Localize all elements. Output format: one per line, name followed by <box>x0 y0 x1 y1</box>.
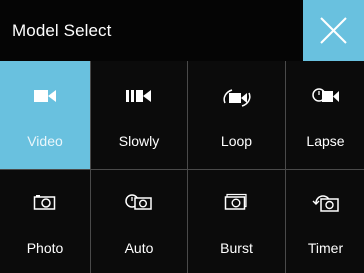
close-button[interactable] <box>303 0 364 61</box>
mode-label: Burst <box>220 240 253 256</box>
mode-label: Auto <box>124 240 154 256</box>
time-lapse-icon <box>311 88 339 102</box>
mode-tile-loop[interactable]: Loop <box>188 61 285 169</box>
auto-capture-icon <box>125 194 152 210</box>
mode-tile-auto[interactable]: Auto <box>91 170 187 273</box>
mode-tile-timer[interactable]: Timer <box>286 170 364 273</box>
mode-tile-burst[interactable]: Burst <box>188 170 285 273</box>
mode-select-screen: Model Select Video Slowly Loop Lapse Pho… <box>0 0 364 273</box>
mode-label: Loop <box>220 133 253 149</box>
slow-motion-icon <box>126 90 151 102</box>
mode-tile-lapse[interactable]: Lapse <box>286 61 364 169</box>
mode-label: Video <box>27 133 63 149</box>
mode-tile-video[interactable]: Video <box>0 61 90 169</box>
close-icon <box>320 17 347 44</box>
mode-label: Lapse <box>306 133 345 149</box>
mode-label: Timer <box>307 240 344 256</box>
self-timer-icon <box>312 195 339 212</box>
page-title: Model Select <box>12 21 112 40</box>
mode-tile-photo[interactable]: Photo <box>0 170 90 273</box>
mode-label: Photo <box>26 240 64 256</box>
burst-shot-icon <box>224 193 247 210</box>
loop-record-icon <box>222 89 251 107</box>
mode-grid: Video Slowly Loop Lapse Photo Auto Burst… <box>0 61 364 273</box>
header-bar: Model Select <box>0 0 364 61</box>
mode-tile-slowly[interactable]: Slowly <box>91 61 187 169</box>
mode-label: Slowly <box>118 133 160 149</box>
video-camera-icon <box>34 90 56 102</box>
photo-camera-icon <box>33 195 56 210</box>
